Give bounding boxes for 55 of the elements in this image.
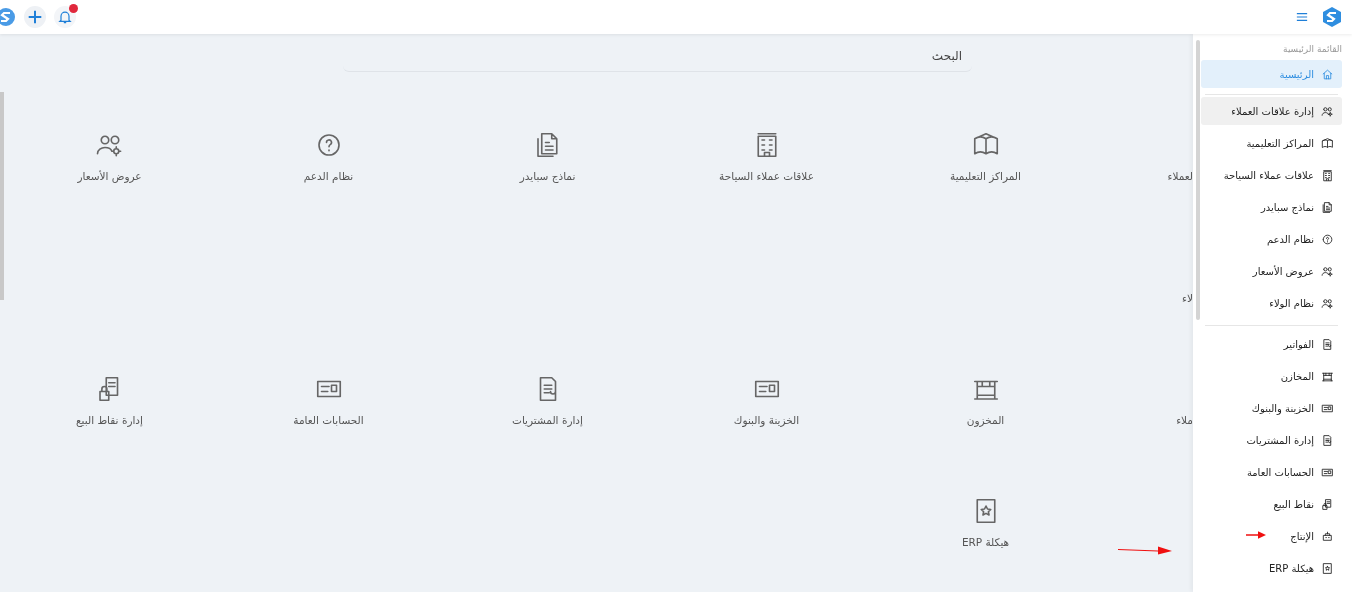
module-tile[interactable]: المخزون [876, 374, 1095, 426]
sidebar-item[interactable]: الخزينة والبنوك [1201, 392, 1342, 424]
logo-icon[interactable] [1322, 6, 1342, 28]
sidebar-item[interactable]: المخازن [1201, 360, 1342, 392]
sidebar-item[interactable]: الإنتاج [1201, 520, 1342, 552]
sidebar-item[interactable]: نظام الدعم [1201, 223, 1342, 255]
sidebar-item[interactable]: نماذج سبايدر [1201, 191, 1342, 223]
module-tile[interactable]: الحسابات العامة [219, 374, 438, 426]
logo-icon[interactable] [0, 7, 16, 27]
receipt-lock-icon [1321, 497, 1334, 511]
add-button[interactable] [24, 6, 46, 28]
sidebar-item[interactable]: إدارة المشتريات [1201, 424, 1342, 456]
sidebar-item[interactable]: نظام الولاء [1201, 287, 1342, 319]
sidebar-item[interactable]: المراكز التعليمية [1201, 127, 1342, 159]
sidebar-item[interactable]: عروض الأسعار [1201, 255, 1342, 287]
bell-icon [57, 9, 73, 25]
menu-icon[interactable] [1296, 11, 1308, 23]
sidebar-item[interactable]: الحسابات العامة [1201, 456, 1342, 488]
module-tile[interactable]: هيكلة ERP [876, 496, 1095, 548]
robot-icon [1321, 529, 1334, 543]
users-gear-icon [1321, 296, 1334, 310]
open-book-icon [1321, 136, 1334, 150]
module-tile[interactable]: نظام الدعم [219, 130, 438, 182]
tile-label[interactable]: لاء [1182, 292, 1193, 304]
notification-button[interactable] [54, 6, 76, 28]
question-icon [1321, 232, 1334, 246]
sidebar-item[interactable]: نقاط البيع [1201, 488, 1342, 520]
module-tile[interactable]: إدارة نقاط البيع [0, 374, 219, 426]
module-tile[interactable]: المراكز التعليمية [876, 130, 1095, 182]
invoice-icon [1321, 433, 1334, 447]
invoice-icon [1321, 337, 1334, 351]
scrollbar[interactable] [1196, 40, 1200, 320]
module-tile[interactable]: علاقات عملاء السياحة [657, 130, 876, 182]
sidebar-item[interactable]: هيكلة ERP [1201, 552, 1342, 584]
home-icon [1321, 67, 1334, 81]
sidebar-item[interactable]: الفواتير [1201, 328, 1342, 360]
sidebar-item[interactable]: علاقات عملاء السياحة [1201, 159, 1342, 191]
plus-icon [26, 8, 44, 26]
module-tile[interactable]: الخزينة والبنوك [657, 374, 876, 426]
sidebar-title: القائمة الرئيسية [1282, 43, 1342, 56]
building-icon [1321, 168, 1334, 182]
module-tile[interactable]: عروض الأسعار [0, 130, 219, 182]
scrollbar[interactable] [0, 92, 4, 300]
users-gear-icon [1321, 264, 1334, 278]
document-icon [1321, 200, 1334, 214]
module-tile[interactable]: نماذج سبايدر [438, 130, 657, 182]
pointer-arrow [1117, 545, 1173, 555]
users-gear-icon [1321, 104, 1334, 118]
sidebar-item[interactable]: إدارة علاقات العملاء [1201, 97, 1342, 125]
tile-label[interactable]: ملاء [1176, 414, 1193, 426]
pointer-arrow [1245, 531, 1267, 539]
module-tile[interactable]: إدارة المشتريات [438, 374, 657, 426]
tile-label[interactable]: لعملاء [1167, 170, 1193, 182]
notification-dot [69, 4, 78, 13]
star-book-icon [1321, 561, 1334, 575]
